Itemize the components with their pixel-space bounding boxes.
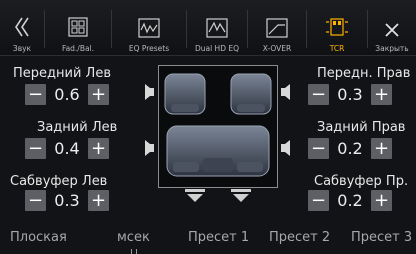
sub-left-minus-button[interactable]: −: [25, 190, 46, 211]
rear-right-plus-button[interactable]: +: [371, 138, 392, 159]
crossover-icon: [266, 8, 288, 38]
scroll-indicator: [131, 249, 137, 254]
dual-hd-eq-icon: [206, 8, 228, 38]
subwoofer-left-icon: [185, 188, 205, 207]
sub-right-label: Сабвуфер Пр.: [314, 174, 409, 189]
preset-msec-button[interactable]: мсек: [117, 230, 150, 245]
dual-hd-eq-button[interactable]: Dual HD EQ: [187, 0, 247, 55]
rear-right-label: Задний Прав: [317, 120, 406, 135]
speaker-front-right-icon: [279, 82, 291, 102]
speaker-rear-left-icon: [144, 138, 156, 158]
close-button[interactable]: Закрыть: [368, 0, 416, 55]
front-right-value: 0.3: [337, 85, 363, 104]
sub-left-plus-button[interactable]: +: [88, 190, 109, 211]
preset-3-button[interactable]: Пресет 3: [351, 230, 412, 245]
front-left-plus-button[interactable]: +: [88, 84, 109, 105]
eq-presets-icon: [138, 8, 160, 38]
car-cabin-view: [158, 65, 278, 188]
front-right-minus-button[interactable]: −: [308, 84, 329, 105]
toolbar-label: Dual HD EQ: [194, 44, 240, 53]
fader-balance-button[interactable]: Fad./Bal.: [45, 0, 111, 55]
toolbar-label: Fad./Bal.: [61, 44, 95, 53]
toolbar-label: TCR: [329, 44, 345, 53]
eq-presets-button[interactable]: EQ Presets: [112, 0, 186, 55]
sub-left-label: Сабвуфер Лев: [10, 174, 108, 189]
preset-1-button[interactable]: Пресет 1: [188, 230, 249, 245]
subwoofer-right-icon: [231, 188, 251, 207]
sub-right-value: 0.2: [337, 191, 363, 210]
fader-balance-icon: [66, 8, 90, 38]
front-left-stepper: − 0.6 +: [25, 84, 109, 105]
rear-left-value: 0.4: [54, 139, 80, 158]
tcr-icon: [325, 8, 349, 38]
front-right-label: Передн. Прав: [317, 66, 411, 81]
top-toolbar: Звук Fad./Bal. EQ Presets Dual HD EQ X-O…: [0, 0, 416, 56]
front-left-value: 0.6: [54, 85, 80, 104]
front-right-plus-button[interactable]: +: [371, 84, 392, 105]
rear-left-stepper: − 0.4 +: [25, 138, 109, 159]
rear-left-label: Задний Лев: [37, 120, 118, 135]
rear-right-value: 0.2: [337, 139, 363, 158]
rear-right-stepper: − 0.2 +: [308, 138, 392, 159]
toolbar-label: Звук: [12, 44, 32, 53]
toolbar-label: EQ Presets: [128, 44, 170, 53]
preset-bar: Плоская мсек Пресет 1 Пресет 2 Пресет 3: [0, 226, 416, 254]
rear-left-plus-button[interactable]: +: [88, 138, 109, 159]
front-right-stepper: − 0.3 +: [308, 84, 392, 105]
preset-2-button[interactable]: Пресет 2: [269, 230, 330, 245]
sound-back-button[interactable]: Звук: [0, 0, 44, 55]
toolbar-label: X-OVER: [262, 44, 292, 53]
sub-right-plus-button[interactable]: +: [371, 190, 392, 211]
front-left-minus-button[interactable]: −: [25, 84, 46, 105]
rear-left-minus-button[interactable]: −: [25, 138, 46, 159]
speaker-rear-right-icon: [279, 138, 291, 158]
sub-left-value: 0.3: [54, 191, 80, 210]
sub-left-stepper: − 0.3 +: [25, 190, 109, 211]
toolbar-label: Закрыть: [375, 44, 409, 53]
tcr-button[interactable]: TCR: [307, 0, 367, 55]
chevron-double-left-icon: [14, 8, 30, 38]
crossover-button[interactable]: X-OVER: [248, 0, 306, 55]
speaker-front-left-icon: [144, 82, 156, 102]
preset-flat-button[interactable]: Плоская: [10, 230, 67, 245]
sub-right-stepper: − 0.2 +: [308, 190, 392, 211]
sub-right-minus-button[interactable]: −: [308, 190, 329, 211]
front-left-label: Передний Лев: [13, 66, 111, 81]
rear-right-minus-button[interactable]: −: [308, 138, 329, 159]
close-icon: [384, 8, 400, 38]
